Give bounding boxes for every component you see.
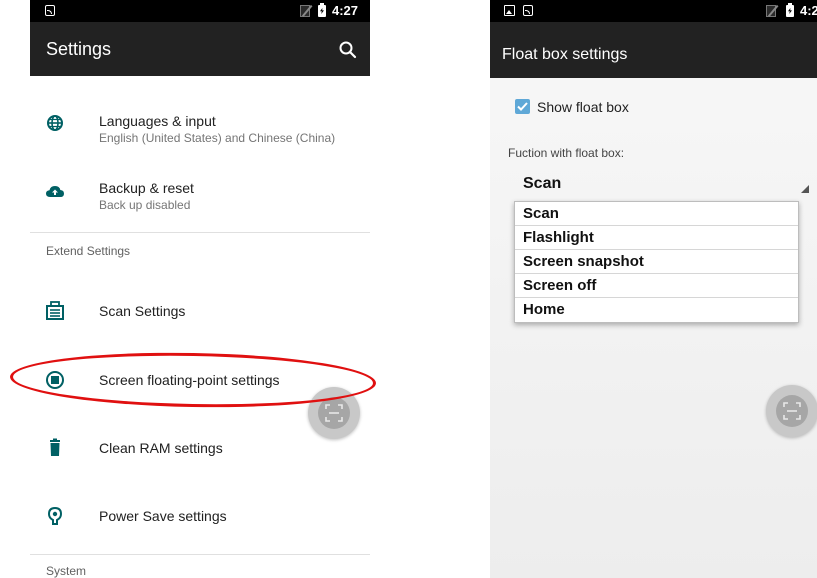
settings-item-subtitle: English (United States) and Chinese (Chi… — [99, 131, 336, 145]
status-bar: 4:27 — [30, 0, 370, 22]
settings-item-title: Scan Settings — [99, 303, 186, 319]
cloud-upload-icon — [44, 181, 66, 203]
divider — [30, 232, 370, 233]
no-sim-icon — [300, 5, 310, 17]
power-save-icon — [44, 505, 66, 527]
settings-item-languages[interactable]: Languages & input English (United States… — [30, 100, 370, 154]
battery-charging-icon — [318, 3, 326, 17]
float-box-inner — [318, 397, 350, 429]
settings-item-subtitle: Back up disabled — [99, 198, 191, 212]
battery-charging-icon — [786, 3, 794, 17]
page-title: Settings — [46, 39, 112, 59]
settings-item-title: Power Save settings — [99, 508, 227, 524]
settings-item-scan[interactable]: Scan Settings — [30, 286, 370, 336]
section-header-extend: Extend Settings — [46, 244, 131, 258]
notification-icon — [45, 5, 55, 16]
no-sim-icon — [766, 5, 776, 17]
status-bar: 4:2 — [490, 0, 817, 22]
settings-item-title: Backup & reset — [99, 180, 194, 196]
divider — [30, 554, 370, 555]
dropdown-option-scan[interactable]: Scan — [515, 202, 798, 226]
globe-icon — [44, 112, 66, 134]
settings-item-backup[interactable]: Backup & reset Back up disabled — [30, 166, 370, 220]
float-box-settings-screen: 4:2 Float box settings Show float box Fu… — [490, 0, 817, 578]
function-dropdown: Scan Flashlight Screen snapshot Screen o… — [514, 201, 799, 323]
notification-icon — [523, 5, 533, 16]
status-time: 4:27 — [332, 3, 359, 18]
section-header-system: System — [46, 564, 87, 578]
app-bar: Float box settings — [490, 22, 817, 78]
search-button[interactable] — [336, 38, 360, 62]
trash-icon — [44, 437, 66, 459]
page-title: Float box settings — [502, 46, 628, 63]
float-box-inner — [776, 395, 808, 427]
dropdown-arrow-icon[interactable] — [801, 185, 809, 193]
search-icon — [339, 41, 357, 59]
scanner-icon — [44, 300, 66, 322]
show-float-box-checkbox[interactable] — [515, 99, 530, 114]
status-time: 4:2 — [800, 3, 817, 18]
checkmark-icon — [517, 102, 528, 111]
settings-screen: 4:27 Settings Languages & input English … — [30, 0, 370, 578]
app-bar: Settings — [30, 22, 370, 76]
show-float-box-label[interactable]: Show float box — [537, 99, 629, 115]
function-label: Fuction with float box: — [508, 146, 625, 160]
scan-frame-icon — [783, 402, 801, 420]
float-box-button[interactable] — [766, 385, 817, 437]
dropdown-option-flashlight[interactable]: Flashlight — [515, 226, 798, 250]
settings-item-title: Clean RAM settings — [99, 440, 223, 456]
dropdown-option-screen-snapshot[interactable]: Screen snapshot — [515, 250, 798, 274]
dropdown-option-screen-off[interactable]: Screen off — [515, 274, 798, 298]
dropdown-option-home[interactable]: Home — [515, 298, 798, 322]
settings-item-power-save[interactable]: Power Save settings — [30, 492, 370, 542]
settings-item-title: Languages & input — [99, 113, 216, 129]
function-spinner[interactable]: Scan — [523, 175, 561, 193]
scan-frame-icon — [325, 404, 343, 422]
image-icon — [504, 5, 515, 16]
